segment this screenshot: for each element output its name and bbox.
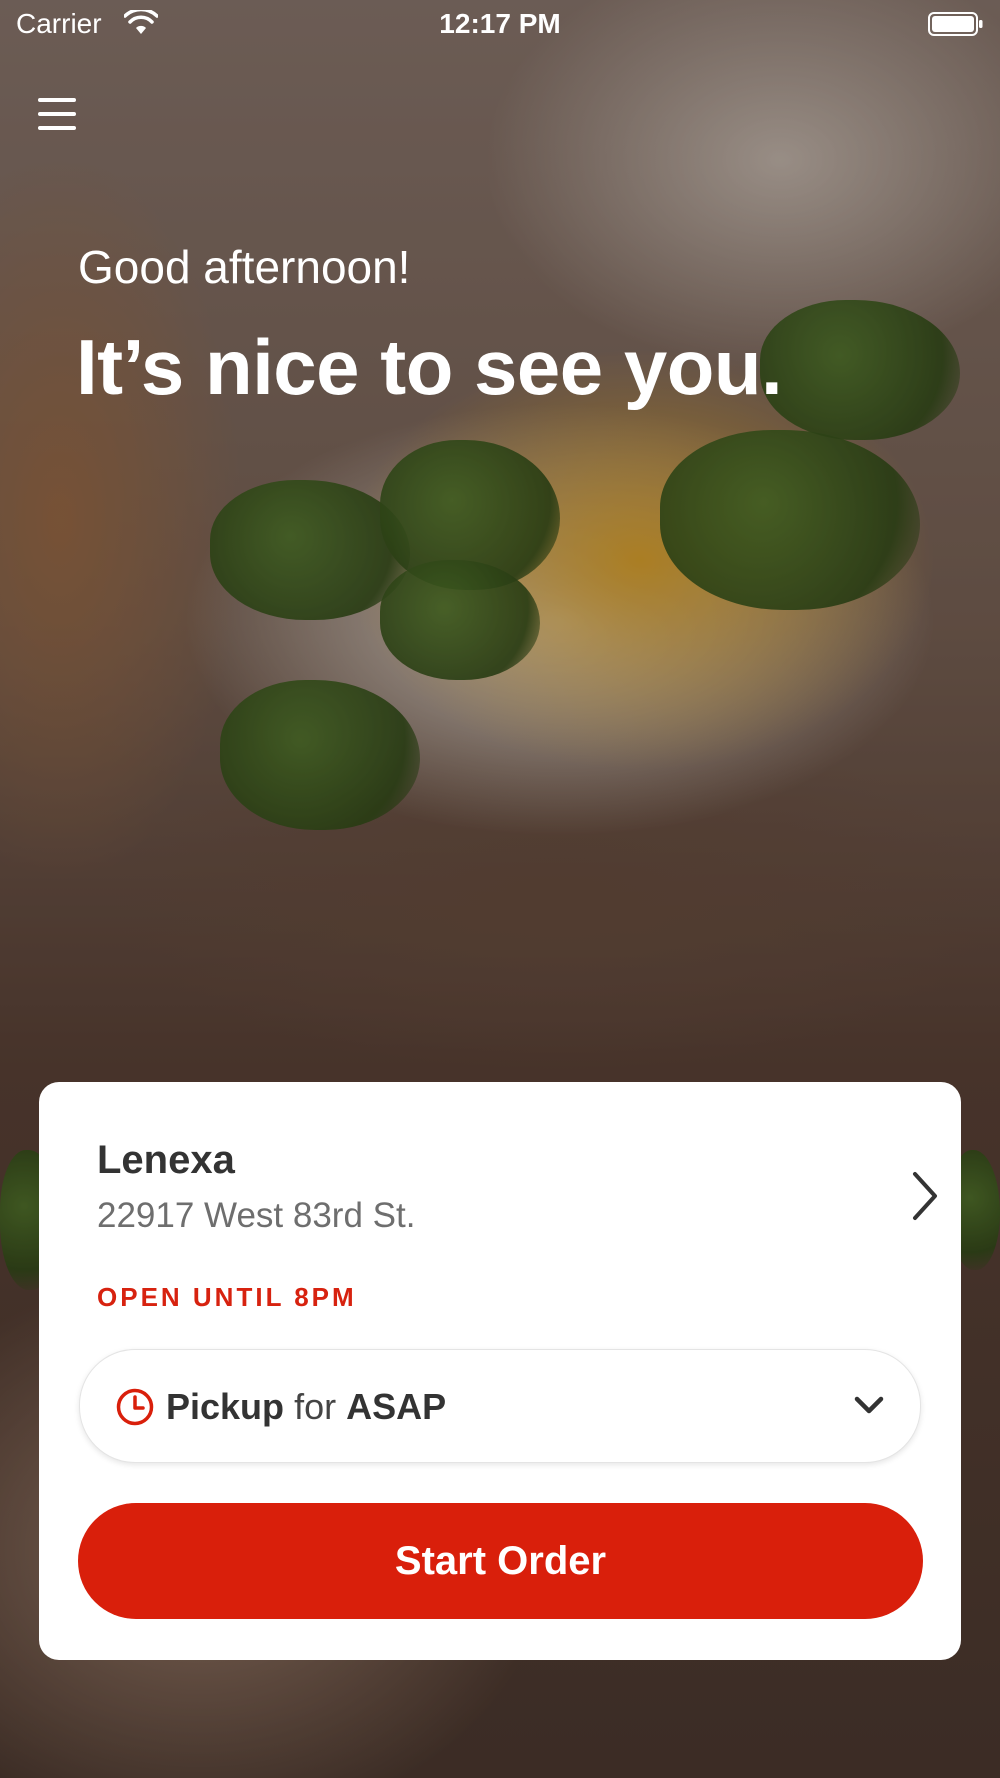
order-mode-connector: for <box>294 1386 337 1427</box>
hamburger-menu-icon[interactable] <box>34 92 84 136</box>
location-address: 22917 West 83rd St. <box>97 1196 416 1235</box>
open-status-label: OPEN UNTIL 8PM <box>97 1282 357 1312</box>
order-mode-label: Pickup <box>166 1386 285 1427</box>
chevron-right-icon <box>913 1172 937 1220</box>
greeting-text: Good afternoon! <box>78 241 411 293</box>
location-card: Lenexa 22917 West 83rd St. OPEN UNTIL 8P… <box>39 1082 961 1660</box>
battery-icon <box>928 12 983 36</box>
start-order-button[interactable]: Start Order <box>78 1503 923 1619</box>
pickup-selection-text: Pickup for ASAP <box>166 1386 446 1428</box>
status-bar: Carrier 12:17 PM <box>0 0 1000 50</box>
pickup-time-select[interactable]: Pickup for ASAP <box>79 1349 921 1463</box>
location-selector[interactable]: Lenexa 22917 West 83rd St. <box>39 1082 961 1235</box>
status-time: 12:17 PM <box>439 8 561 39</box>
order-time-label: ASAP <box>346 1386 447 1427</box>
clock-icon <box>116 1388 154 1426</box>
location-name: Lenexa <box>97 1138 235 1182</box>
chevron-down-icon <box>854 1396 884 1414</box>
welcome-headline: It’s nice to see you. <box>76 323 783 411</box>
